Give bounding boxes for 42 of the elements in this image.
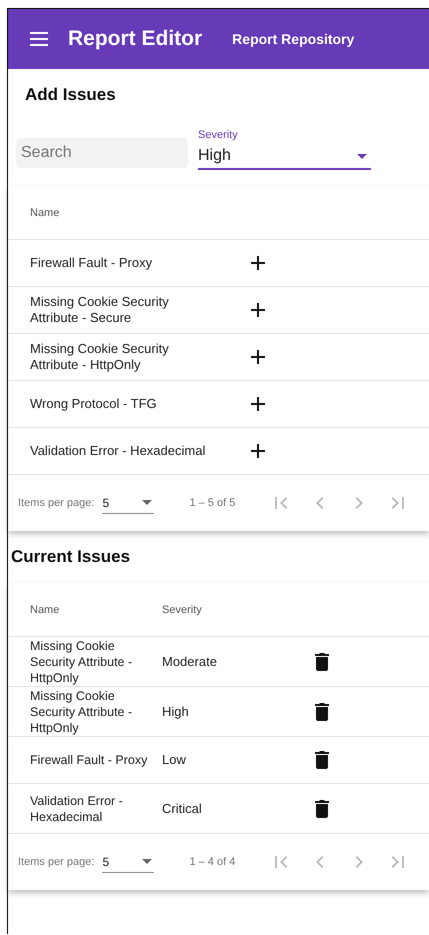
delete-icon[interactable] <box>315 652 329 670</box>
app-title: Report Editor <box>68 27 202 51</box>
column-header: Name <box>29 206 60 220</box>
dropdown-caret-icon <box>142 859 152 864</box>
severity-label: Severity <box>198 129 239 141</box>
search-field[interactable]: Search <box>16 138 188 168</box>
issue-severity: Low <box>161 752 187 768</box>
section-heading: Current Issues <box>11 547 130 567</box>
add-icon[interactable] <box>251 256 265 270</box>
delete-icon[interactable] <box>315 702 329 720</box>
add-icon[interactable] <box>251 350 265 364</box>
issue-name: Missing Cookie Security Attribute - Secure <box>29 294 170 326</box>
column-header: Severity <box>161 602 203 618</box>
column-header: Name <box>29 602 60 618</box>
issue-name: Wrong Protocol - TFG <box>29 396 158 412</box>
issue-severity: Critical <box>161 800 203 816</box>
issue-severity: High <box>161 704 190 720</box>
issue-name: Missing Cookie Security Attribute - HttpOnly <box>29 638 134 686</box>
report-repository-link[interactable]: Report Repository <box>232 31 354 47</box>
page-size-select[interactable]: 5 <box>102 851 154 873</box>
add-icon[interactable] <box>251 444 265 458</box>
dropdown-caret-icon <box>357 154 367 158</box>
add-icon[interactable] <box>251 303 265 317</box>
issue-name: Validation Error - Hexadecimal <box>29 792 124 824</box>
severity-select[interactable]: High <box>198 144 371 170</box>
dropdown-caret-icon <box>142 500 152 505</box>
page-range: 1 – 4 of 4 <box>189 856 236 868</box>
page-size-select[interactable]: 5 <box>102 492 154 514</box>
items-per-page-label: Items per page: <box>18 856 94 868</box>
menu-icon[interactable] <box>30 32 48 46</box>
delete-icon[interactable] <box>315 800 329 818</box>
issue-name: Validation Error - Hexadecimal <box>29 443 206 459</box>
issue-severity: Moderate <box>161 654 218 670</box>
issue-name: Firewall Fault - Proxy <box>29 752 148 768</box>
issue-name: Missing Cookie Security Attribute - HttpOnly <box>29 341 170 373</box>
delete-icon[interactable] <box>315 751 329 769</box>
issue-name: Firewall Fault - Proxy <box>29 255 154 271</box>
add-icon[interactable] <box>251 397 265 411</box>
issue-name: Missing Cookie Security Attribute - HttpOnly <box>29 688 134 736</box>
items-per-page-label: Items per page: <box>18 497 94 509</box>
page-range: 1 – 5 of 5 <box>189 497 236 509</box>
section-heading: Add Issues <box>25 85 116 105</box>
